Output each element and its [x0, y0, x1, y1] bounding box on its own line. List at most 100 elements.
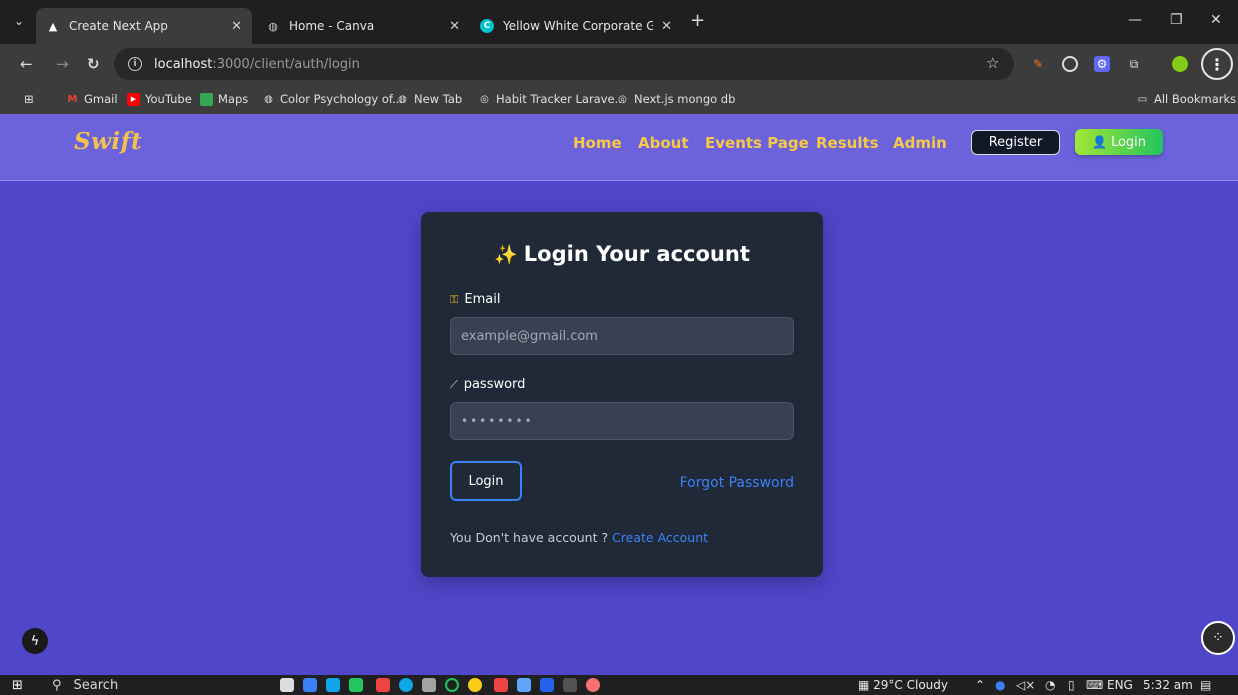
windows-start-icon[interactable]: ⊞: [12, 678, 23, 693]
nav-admin[interactable]: Admin: [893, 134, 947, 152]
language-indicator[interactable]: ENG: [1107, 678, 1133, 692]
tab-title: Create Next App: [69, 19, 168, 33]
edge-icon[interactable]: [399, 678, 413, 692]
close-tab-icon[interactable]: ✕: [661, 19, 672, 34]
os-taskbar: ⊞ ⚲ Search ▦ 29°C Cloudy ⌃ ● ◁× ◔ ▯ ⌨ EN…: [0, 675, 1238, 695]
close-tab-icon[interactable]: ✕: [449, 19, 460, 34]
email-label: ⚿ Email: [450, 292, 500, 307]
password-field[interactable]: ••••••••: [450, 402, 794, 440]
bookmark-label: Maps: [218, 92, 249, 106]
nav-results[interactable]: Results: [816, 134, 879, 152]
terminal-icon[interactable]: [563, 678, 577, 692]
extension-gear-icon[interactable]: ⚙: [1094, 56, 1110, 72]
login-nav-label: Login: [1110, 134, 1147, 150]
wifi-icon[interactable]: ◔: [1045, 678, 1055, 692]
signup-prompt-text: You Don't have account ?: [450, 530, 609, 545]
bookmark-youtube[interactable]: ▶ YouTube: [127, 92, 192, 106]
nextjs-devtools-icon[interactable]: ϟ: [22, 628, 48, 654]
bookmark-color-psychology[interactable]: ◍ Color Psychology of...: [262, 92, 403, 106]
bookmarks-bar: ⊞ M Gmail ▶ YouTube Maps ◍ Color Psychology…: [0, 84, 1238, 114]
file-explorer-icon[interactable]: [303, 678, 317, 692]
outlook-icon[interactable]: [326, 678, 340, 692]
vscode-icon[interactable]: [540, 678, 554, 692]
keyboard-icon[interactable]: ⌨: [1086, 678, 1103, 692]
create-account-link[interactable]: Create Account: [612, 530, 708, 545]
bookmark-label: Next.js mongo db: [634, 92, 736, 106]
all-bookmarks[interactable]: ▭ All Bookmarks: [1136, 92, 1236, 106]
address-bar[interactable]: i localhost:3000/client/auth/login: [114, 48, 1014, 80]
bookmark-label: YouTube: [145, 92, 192, 106]
email-field[interactable]: example@gmail.com: [450, 317, 794, 355]
restore-icon[interactable]: ❐: [1170, 12, 1183, 28]
close-tab-icon[interactable]: ✕: [231, 19, 242, 34]
bookmark-maps[interactable]: Maps: [200, 92, 248, 106]
store-icon[interactable]: [349, 678, 363, 692]
pencil-icon: ⟋: [450, 377, 458, 391]
bookmark-gmail[interactable]: M Gmail: [66, 92, 118, 106]
tab-search-chevron-icon[interactable]: ⌄: [14, 14, 24, 28]
password-mask: ••••••••: [461, 414, 534, 428]
nav-home[interactable]: Home: [573, 134, 622, 152]
battery-icon[interactable]: ▯: [1068, 678, 1075, 692]
browser-menu-icon[interactable]: ⋮: [1201, 48, 1233, 80]
bookmark-new-tab[interactable]: ◍ New Tab: [396, 92, 462, 106]
maps-icon: [200, 92, 213, 106]
globe-icon: ◍: [264, 93, 273, 105]
sparkles-icon: ✨: [494, 244, 518, 266]
extension-brush-icon[interactable]: ✎: [1030, 56, 1046, 72]
clock[interactable]: 5:32 am: [1143, 678, 1193, 692]
app-gray-icon[interactable]: [422, 678, 436, 692]
extensions-puzzle-icon[interactable]: ⧉: [1126, 56, 1142, 72]
forgot-password-link[interactable]: Forgot Password: [680, 475, 794, 491]
bookmark-nextjs-mongo[interactable]: ◎ Next.js mongo db: [616, 92, 735, 106]
login-nav-button[interactable]: 👤 Login: [1075, 129, 1163, 155]
close-window-icon[interactable]: ✕: [1210, 12, 1222, 28]
app-n-icon[interactable]: [494, 678, 508, 692]
volume-muted-icon[interactable]: ◁×: [1016, 678, 1035, 692]
back-icon[interactable]: ←: [20, 55, 33, 73]
all-bookmarks-label: All Bookmarks: [1154, 92, 1237, 106]
tray-chevron-icon[interactable]: ⌃: [975, 678, 985, 692]
profile-avatar-icon[interactable]: [1172, 56, 1188, 72]
canva-icon: C: [480, 19, 494, 33]
site-info-icon[interactable]: i: [128, 57, 142, 71]
app-mail-icon[interactable]: [517, 678, 531, 692]
weather-widget[interactable]: ▦ 29°C Cloudy: [858, 678, 948, 692]
app-figure-icon[interactable]: [586, 678, 600, 692]
app-red-icon[interactable]: [376, 678, 390, 692]
login-card: ✨ Login Your account ⚿ Email example@gmai…: [421, 212, 823, 577]
app-ring-icon[interactable]: [445, 678, 459, 692]
minimize-icon[interactable]: —: [1128, 12, 1142, 28]
register-button[interactable]: Register: [971, 130, 1060, 155]
login-title-text: Login Your account: [523, 242, 750, 266]
signup-prompt: You Don't have account ? Create Account: [450, 530, 708, 545]
forward-icon[interactable]: →: [56, 55, 69, 73]
new-tab-icon[interactable]: +: [690, 12, 705, 30]
url-host: localhost: [154, 56, 213, 72]
email-label-text: Email: [464, 292, 501, 307]
nav-events-page[interactable]: Events Page: [705, 134, 809, 152]
extension-target-icon[interactable]: [1062, 56, 1078, 72]
widget-grid-icon[interactable]: ⁘: [1201, 621, 1235, 655]
task-view-icon[interactable]: [280, 678, 294, 692]
tab-yellow-white[interactable]: C Yellow White Corporate Geome ✕: [470, 8, 682, 44]
bookmark-star-icon[interactable]: ☆: [986, 54, 999, 72]
email-placeholder: example@gmail.com: [461, 328, 598, 344]
search-icon: ⚲: [52, 677, 62, 693]
tab-home-canva[interactable]: ◍ Home - Canva ✕: [256, 8, 470, 44]
youtube-icon: ▶: [127, 92, 140, 106]
apps-grid-icon[interactable]: ⊞: [24, 92, 34, 106]
tab-title: Home - Canva: [289, 19, 375, 33]
login-submit-button[interactable]: Login: [450, 461, 522, 501]
taskbar-search[interactable]: ⚲ Search: [52, 675, 252, 695]
browser-tab-strip: ⌄ ▲ Create Next App ✕ ◍ Home - Canva ✕ C…: [0, 0, 1238, 44]
tab-create-next-app[interactable]: ▲ Create Next App ✕: [36, 8, 252, 44]
chrome-icon[interactable]: [468, 678, 482, 692]
site-logo[interactable]: Swift: [74, 128, 142, 155]
reload-icon[interactable]: ↻: [87, 55, 100, 73]
nav-about[interactable]: About: [638, 134, 689, 152]
triangle-icon: ▲: [48, 19, 58, 33]
notifications-icon[interactable]: ▤: [1200, 678, 1211, 692]
bluetooth-icon[interactable]: ●: [995, 678, 1005, 692]
bookmark-habit-tracker[interactable]: ◎ Habit Tracker Larave...: [478, 92, 625, 106]
